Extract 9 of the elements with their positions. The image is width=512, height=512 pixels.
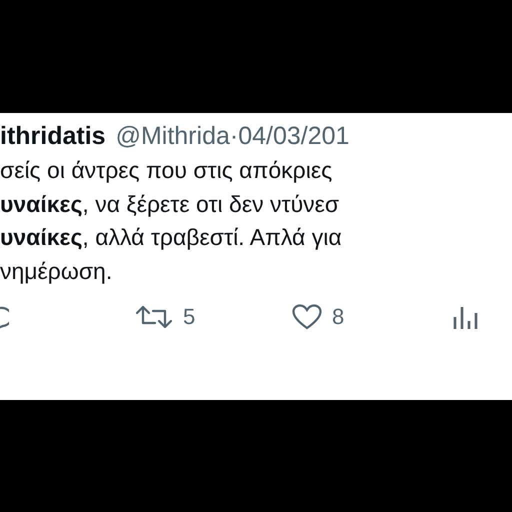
retweet-button[interactable]: 5 — [135, 304, 292, 330]
retweet-icon — [135, 305, 173, 329]
tweet-text: σείς οι άντρες που στις απόκριες υναίκες, να ξέρετε οτι δεν ντύνεσ υναίκες, αλλά τραβεστί. Απλά για νημέρωση. — [0, 156, 343, 286]
heart-icon — [292, 304, 322, 330]
handle-and-date: @Mithrida·04/03/201 — [116, 121, 350, 152]
display-name[interactable]: ithridatis — [0, 120, 106, 152]
like-button[interactable]: 8 — [292, 304, 452, 330]
views-button[interactable] — [452, 304, 480, 330]
bar-chart-icon — [452, 304, 480, 330]
